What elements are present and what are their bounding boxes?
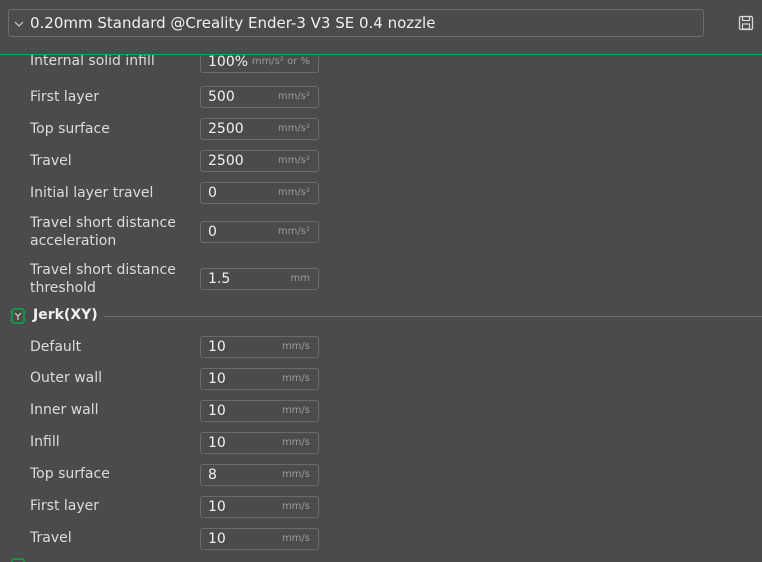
setting-label: First layer bbox=[30, 89, 100, 105]
setting-unit: mm/s bbox=[281, 341, 310, 352]
setting-input[interactable]: 2500 mm/s² bbox=[200, 150, 319, 172]
settings-scroll-area[interactable]: Internal solid infill 100% mm/s² or % Fi… bbox=[0, 55, 762, 562]
setting-label: Travel short distance threshold bbox=[30, 262, 176, 296]
section-header-next bbox=[0, 555, 762, 562]
setting-unit: mm/s bbox=[281, 405, 310, 416]
setting-input[interactable]: 10 mm/s bbox=[200, 432, 319, 454]
setting-label: Top surface bbox=[30, 121, 110, 137]
setting-value: 500 bbox=[208, 89, 235, 105]
setting-label: Internal solid infill bbox=[30, 55, 155, 69]
section-divider bbox=[104, 316, 762, 317]
setting-label: First layer bbox=[30, 498, 100, 514]
setting-label: Travel short distance acceleration bbox=[30, 215, 176, 249]
setting-value: 1.5 bbox=[208, 271, 231, 287]
setting-input[interactable]: 1.5 mm bbox=[200, 268, 319, 290]
setting-label: Infill bbox=[30, 434, 60, 450]
setting-unit: mm/s bbox=[281, 437, 310, 448]
setting-unit: mm/s² bbox=[277, 91, 310, 102]
setting-value: 100% bbox=[208, 55, 249, 70]
preset-bar: 0.20mm Standard @Creality Ender-3 V3 SE … bbox=[0, 0, 762, 55]
setting-input[interactable]: 10 mm/s bbox=[200, 496, 319, 518]
setting-unit: mm/s² bbox=[277, 226, 310, 237]
setting-unit: mm/s² bbox=[277, 123, 310, 134]
setting-unit: mm/s bbox=[281, 501, 310, 512]
setting-value: 10 bbox=[208, 403, 226, 419]
setting-unit: mm/s² bbox=[277, 187, 310, 198]
jerk-section-icon bbox=[10, 307, 26, 325]
setting-input[interactable]: 10 mm/s bbox=[200, 528, 319, 550]
setting-input[interactable]: 100% mm/s² or % bbox=[200, 55, 319, 73]
setting-unit: mm bbox=[290, 273, 310, 284]
setting-value: 10 bbox=[208, 499, 226, 515]
setting-label: Initial layer travel bbox=[30, 185, 154, 201]
setting-unit: mm/s bbox=[281, 373, 310, 384]
setting-value: 2500 bbox=[208, 121, 244, 137]
setting-value: 10 bbox=[208, 531, 226, 547]
preset-label: 0.20mm Standard @Creality Ender-3 V3 SE … bbox=[30, 14, 436, 32]
setting-label: Travel bbox=[30, 153, 72, 169]
save-icon[interactable] bbox=[738, 15, 754, 31]
setting-label: Travel bbox=[30, 530, 72, 546]
section-title: Jerk(XY) bbox=[33, 307, 98, 323]
setting-value: 10 bbox=[208, 371, 226, 387]
setting-value: 8 bbox=[208, 467, 217, 483]
setting-label: Inner wall bbox=[30, 402, 99, 418]
setting-unit: mm/s² or % bbox=[251, 56, 310, 67]
setting-input[interactable]: 500 mm/s² bbox=[200, 86, 319, 108]
setting-label: Default bbox=[30, 339, 82, 355]
setting-input[interactable]: 8 mm/s bbox=[200, 464, 319, 486]
setting-value: 10 bbox=[208, 435, 226, 451]
setting-input[interactable]: 0 mm/s² bbox=[200, 221, 319, 243]
setting-unit: mm/s bbox=[281, 469, 310, 480]
setting-label: Outer wall bbox=[30, 370, 103, 386]
setting-value: 2500 bbox=[208, 153, 244, 169]
setting-label: Top surface bbox=[30, 466, 110, 482]
setting-unit: mm/s bbox=[281, 533, 310, 544]
setting-value: 0 bbox=[208, 224, 217, 240]
setting-value: 0 bbox=[208, 185, 217, 201]
setting-input[interactable]: 10 mm/s bbox=[200, 368, 319, 390]
section-header-jerk: Jerk(XY) bbox=[0, 305, 762, 327]
setting-input[interactable]: 10 mm/s bbox=[200, 336, 319, 358]
process-preset-dropdown[interactable]: 0.20mm Standard @Creality Ender-3 V3 SE … bbox=[8, 9, 704, 37]
setting-input[interactable]: 2500 mm/s² bbox=[200, 118, 319, 140]
chevron-down-icon bbox=[14, 17, 28, 30]
setting-unit: mm/s² bbox=[277, 155, 310, 166]
setting-input[interactable]: 0 mm/s² bbox=[200, 182, 319, 204]
setting-input[interactable]: 10 mm/s bbox=[200, 400, 319, 422]
section-icon bbox=[10, 557, 26, 562]
setting-value: 10 bbox=[208, 339, 226, 355]
